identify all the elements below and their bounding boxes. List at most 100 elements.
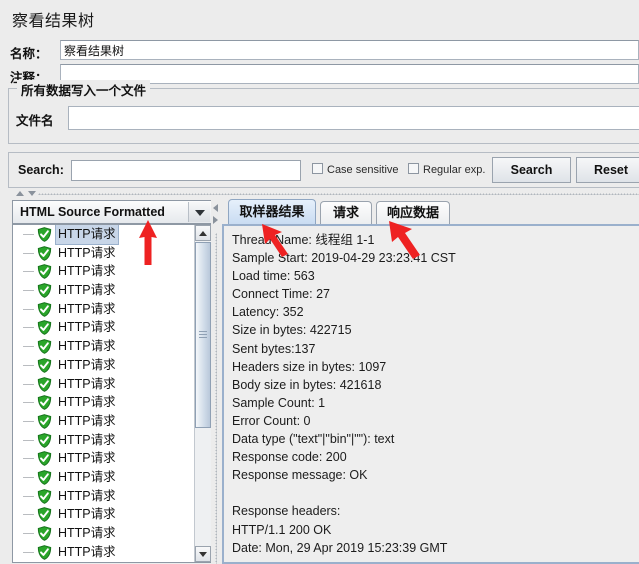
- success-shield-icon: [37, 526, 52, 541]
- tree-item[interactable]: HTTP请求: [13, 412, 195, 431]
- tree-item-label: HTTP请求: [58, 301, 116, 316]
- tree-item[interactable]: HTTP请求: [13, 393, 195, 412]
- case-sensitive-label: Case sensitive: [327, 164, 399, 176]
- success-shield-icon: [37, 544, 52, 560]
- name-input[interactable]: 察看结果树: [60, 40, 639, 60]
- tree-elbow-line: [23, 514, 34, 516]
- regular-exp-checkbox[interactable]: Regular exp.: [408, 163, 485, 176]
- success-shield-icon: [37, 432, 52, 448]
- success-shield-icon: [37, 264, 52, 280]
- success-shield-icon: [37, 301, 52, 317]
- success-shield-icon: [37, 470, 52, 485]
- success-shield-icon: [37, 357, 52, 373]
- success-shield-icon: [37, 395, 52, 411]
- tree-elbow-line: [23, 346, 34, 348]
- tree-item[interactable]: HTTP请求: [13, 468, 195, 487]
- results-tree[interactable]: HTTP请求 HTTP请求 HTTP请求 HTTP请求 HTTP请求 HTTP请求 HTTP…: [12, 224, 212, 563]
- tree-vertical-scrollbar[interactable]: [194, 225, 211, 562]
- success-shield-icon: [37, 544, 52, 560]
- case-sensitive-checkbox[interactable]: Case sensitive: [312, 163, 399, 176]
- collapse-left-icon[interactable]: [213, 204, 218, 212]
- collapse-right-icon[interactable]: [213, 216, 218, 224]
- tree-item[interactable]: HTTP请求: [13, 300, 195, 319]
- filename-input[interactable]: [68, 106, 639, 130]
- group-title: 所有数据写入一个文件: [17, 80, 151, 99]
- write-all-data-to-file-group: 所有数据写入一个文件 文件名: [8, 80, 639, 144]
- success-shield-icon: [37, 320, 52, 336]
- regular-exp-label: Regular exp.: [423, 164, 486, 176]
- success-shield-icon: [37, 432, 52, 448]
- tree-item[interactable]: HTTP请求: [13, 524, 195, 543]
- tree-item[interactable]: HTTP请求: [13, 431, 195, 450]
- renderer-combo[interactable]: HTML Source Formatted: [12, 200, 212, 224]
- success-shield-icon: [37, 395, 52, 411]
- tree-item[interactable]: HTTP请求: [13, 225, 195, 245]
- tree-item[interactable]: HTTP请求: [13, 356, 195, 375]
- tree-item[interactable]: HTTP请求: [13, 262, 195, 281]
- success-shield-icon: [37, 507, 52, 523]
- result-detail-pane: 取样器结果 请求 响应数据 Thread Name: 线程组 1-1 Sample …: [222, 199, 639, 564]
- scroll-up-button[interactable]: [195, 225, 211, 241]
- search-label: Search:: [18, 163, 64, 177]
- sampler-result-tab-content[interactable]: Thread Name: 线程组 1-1 Sample Start: 2019-…: [222, 224, 639, 564]
- tree-item[interactable]: HTTP请求: [13, 281, 195, 300]
- tree-elbow-line: [23, 271, 34, 273]
- tab-2[interactable]: 响应数据: [376, 201, 450, 224]
- tree-item-label: HTTP请求: [58, 376, 116, 391]
- search-input[interactable]: [71, 160, 301, 181]
- tree-item-label: HTTP请求: [58, 357, 116, 372]
- page-title: 察看结果树: [12, 13, 95, 30]
- tree-item-list: HTTP请求 HTTP请求 HTTP请求 HTTP请求 HTTP请求 HTTP请求 HTTP…: [13, 225, 195, 562]
- collapse-up-icon[interactable]: [16, 191, 24, 196]
- tree-elbow-line: [23, 402, 34, 404]
- tree-item[interactable]: HTTP请求: [13, 543, 195, 562]
- combo-arrow-button[interactable]: [188, 202, 210, 222]
- divider-grip: [215, 233, 217, 564]
- name-row: 名称： 察看结果树: [10, 40, 639, 62]
- scroll-down-button[interactable]: [195, 546, 211, 562]
- success-shield-icon: [37, 264, 52, 280]
- success-shield-icon: [37, 283, 52, 298]
- tree-item-label: HTTP请求: [58, 395, 116, 410]
- reset-button[interactable]: Reset: [576, 157, 639, 183]
- filename-row: 文件名: [16, 106, 639, 130]
- tree-item[interactable]: HTTP请求: [13, 244, 195, 263]
- success-shield-icon: [37, 414, 52, 429]
- success-shield-icon: [37, 339, 52, 354]
- tree-elbow-line: [23, 290, 34, 292]
- scrollbar-thumb[interactable]: [195, 242, 211, 428]
- collapse-down-icon[interactable]: [28, 191, 36, 196]
- tree-item-label: HTTP请求: [58, 413, 116, 428]
- tree-elbow-line: [23, 476, 34, 478]
- success-shield-icon: [37, 526, 52, 541]
- success-shield-icon: [37, 507, 52, 523]
- tree-item-label: HTTP请求: [58, 432, 116, 447]
- tree-item[interactable]: HTTP请求: [13, 487, 195, 506]
- checkbox-icon[interactable]: [408, 163, 419, 174]
- success-shield-icon: [37, 357, 52, 373]
- tree-item[interactable]: HTTP请求: [13, 449, 195, 468]
- success-shield-icon: [37, 451, 52, 467]
- renderer-combo-value: HTML Source Formatted: [20, 205, 165, 219]
- tree-elbow-line: [23, 439, 34, 441]
- tree-item[interactable]: HTTP请求: [13, 337, 195, 356]
- search-button[interactable]: Search: [492, 157, 571, 183]
- divider-grip: [38, 193, 639, 195]
- tree-elbow-line: [23, 234, 34, 235]
- tree-elbow-line: [23, 495, 34, 497]
- success-shield-icon: [37, 376, 52, 392]
- checkbox-icon[interactable]: [312, 163, 323, 174]
- tab-1[interactable]: 请求: [320, 201, 372, 224]
- success-shield-icon: [37, 451, 52, 467]
- tree-item-label: HTTP请求: [58, 469, 116, 484]
- tree-item[interactable]: HTTP请求: [13, 375, 195, 394]
- tab-0[interactable]: 取样器结果: [228, 199, 316, 224]
- sampler-result-text: Thread Name: 线程组 1-1 Sample Start: 2019-…: [232, 233, 456, 555]
- filename-label: 文件名: [16, 114, 54, 128]
- success-shield-icon: [37, 488, 52, 504]
- tree-item[interactable]: HTTP请求: [13, 318, 195, 337]
- scrollbar-grip-icon: [199, 331, 207, 339]
- horizontal-split-divider[interactable]: [8, 189, 639, 199]
- tree-item[interactable]: HTTP请求: [13, 505, 195, 524]
- success-shield-icon: [37, 301, 52, 317]
